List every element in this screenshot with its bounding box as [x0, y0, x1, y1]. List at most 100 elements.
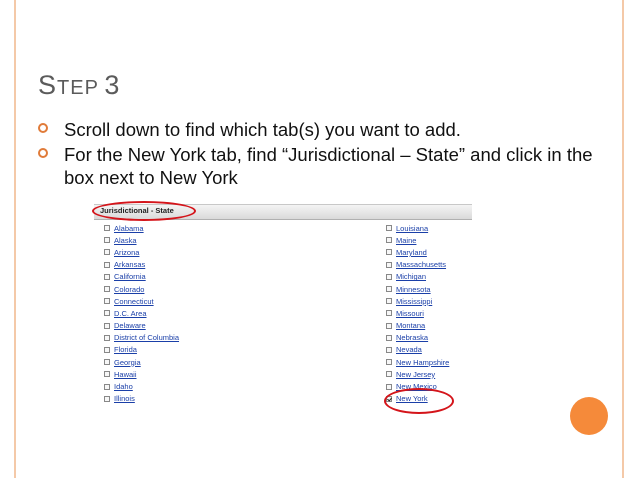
- state-option[interactable]: Hawaii: [104, 368, 179, 380]
- bullet-list: Scroll down to find which tab(s) you wan…: [38, 118, 598, 191]
- state-checkbox[interactable]: [386, 298, 392, 305]
- state-checkbox[interactable]: [386, 346, 392, 353]
- state-option[interactable]: Illinois: [104, 393, 179, 405]
- state-checkbox[interactable]: [104, 286, 110, 293]
- state-checkbox[interactable]: [104, 322, 110, 329]
- state-option[interactable]: Montana: [386, 320, 449, 332]
- ring-bullet-icon: [38, 123, 48, 133]
- state-option[interactable]: Florida: [104, 344, 179, 356]
- state-checkbox[interactable]: [104, 249, 110, 256]
- state-checkbox[interactable]: [104, 225, 110, 232]
- state-option[interactable]: Mississippi: [386, 295, 449, 307]
- state-link[interactable]: Nevada: [396, 345, 422, 354]
- state-option[interactable]: Colorado: [104, 283, 179, 295]
- state-option[interactable]: Connecticut: [104, 295, 179, 307]
- state-link[interactable]: Colorado: [114, 285, 144, 294]
- title-number: 3: [104, 70, 121, 100]
- state-checkbox[interactable]: [386, 334, 392, 341]
- state-link[interactable]: D.C. Area: [114, 309, 147, 318]
- state-option[interactable]: Michigan: [386, 271, 449, 283]
- state-checkbox[interactable]: [386, 371, 392, 378]
- state-link[interactable]: California: [114, 272, 146, 281]
- state-link[interactable]: Florida: [114, 345, 137, 354]
- state-checkbox[interactable]: [386, 225, 392, 232]
- state-link[interactable]: Delaware: [114, 321, 146, 330]
- state-link[interactable]: Idaho: [114, 382, 133, 391]
- state-option[interactable]: Louisiana: [386, 222, 449, 234]
- state-link[interactable]: Montana: [396, 321, 425, 330]
- state-link[interactable]: Arizona: [114, 248, 139, 257]
- bullet-item: Scroll down to find which tab(s) you wan…: [38, 118, 598, 141]
- state-checkbox[interactable]: [104, 237, 110, 244]
- state-checkbox[interactable]: [104, 346, 110, 353]
- state-checkbox[interactable]: [104, 298, 110, 305]
- slide-frame-left: [14, 0, 16, 478]
- decorative-orange-circle: [570, 397, 608, 435]
- bullet-item: For the New York tab, find “Jurisdiction…: [38, 143, 598, 189]
- state-link[interactable]: Hawaii: [114, 370, 137, 379]
- state-option[interactable]: Alaska: [104, 234, 179, 246]
- state-link[interactable]: Louisiana: [396, 224, 428, 233]
- state-link[interactable]: Michigan: [396, 272, 426, 281]
- state-checkbox[interactable]: [104, 359, 110, 366]
- state-option[interactable]: Alabama: [104, 222, 179, 234]
- state-option[interactable]: Minnesota: [386, 283, 449, 295]
- state-link[interactable]: Minnesota: [396, 285, 431, 294]
- state-link[interactable]: Massachusetts: [396, 260, 446, 269]
- bullet-text: For the New York tab, find “Jurisdiction…: [64, 144, 593, 188]
- state-link[interactable]: Illinois: [114, 394, 135, 403]
- state-checkbox[interactable]: [386, 322, 392, 329]
- state-checkbox[interactable]: [104, 371, 110, 378]
- state-link[interactable]: Nebraska: [396, 333, 428, 342]
- state-option[interactable]: Arizona: [104, 246, 179, 258]
- state-option[interactable]: California: [104, 271, 179, 283]
- slide-frame-right: [622, 0, 624, 478]
- state-link[interactable]: Connecticut: [114, 297, 154, 306]
- slide-title: STEP 3: [38, 70, 120, 101]
- state-option[interactable]: New Hampshire: [386, 356, 449, 368]
- state-option[interactable]: Maryland: [386, 246, 449, 258]
- state-option[interactable]: Arkansas: [104, 259, 179, 271]
- state-checkbox[interactable]: [104, 334, 110, 341]
- state-checkbox[interactable]: [104, 395, 110, 402]
- state-option[interactable]: District of Columbia: [104, 332, 179, 344]
- state-link[interactable]: Alaska: [114, 236, 137, 245]
- state-option[interactable]: Missouri: [386, 307, 449, 319]
- state-checkbox[interactable]: [386, 261, 392, 268]
- state-checkbox[interactable]: [104, 383, 110, 390]
- state-link[interactable]: Maryland: [396, 248, 427, 257]
- state-checkbox[interactable]: [386, 359, 392, 366]
- state-link[interactable]: New Hampshire: [396, 358, 449, 367]
- state-option[interactable]: Idaho: [104, 380, 179, 392]
- state-column-right: Louisiana Maine Maryland Massachusetts Michi…: [386, 222, 449, 405]
- state-option[interactable]: Nevada: [386, 344, 449, 356]
- state-option[interactable]: New Jersey: [386, 368, 449, 380]
- state-link[interactable]: Maine: [396, 236, 416, 245]
- state-link[interactable]: New Jersey: [396, 370, 435, 379]
- state-option[interactable]: Delaware: [104, 320, 179, 332]
- state-option[interactable]: Maine: [386, 234, 449, 246]
- state-link[interactable]: Mississippi: [396, 297, 432, 306]
- state-link[interactable]: Missouri: [396, 309, 424, 318]
- state-checkbox[interactable]: [386, 273, 392, 280]
- state-column-left: Alabama Alaska Arizona Arkansas California Co…: [104, 222, 179, 405]
- state-option[interactable]: Massachusetts: [386, 259, 449, 271]
- state-checkbox[interactable]: [104, 310, 110, 317]
- state-option[interactable]: Georgia: [104, 356, 179, 368]
- state-checkbox[interactable]: [386, 383, 392, 390]
- state-checkbox[interactable]: [386, 310, 392, 317]
- new-york-highlight-oval: [384, 388, 454, 414]
- state-option[interactable]: D.C. Area: [104, 307, 179, 319]
- state-link[interactable]: Alabama: [114, 224, 144, 233]
- state-link[interactable]: Arkansas: [114, 260, 145, 269]
- state-link[interactable]: Georgia: [114, 358, 141, 367]
- state-checkbox[interactable]: [386, 286, 392, 293]
- state-checkbox[interactable]: [104, 261, 110, 268]
- state-checkbox[interactable]: [386, 249, 392, 256]
- state-checkbox[interactable]: [386, 237, 392, 244]
- state-link[interactable]: District of Columbia: [114, 333, 179, 342]
- header-highlight-oval: [92, 201, 196, 221]
- slide: STEP 3 Scroll down to find which tab(s) …: [0, 0, 638, 478]
- state-checkbox[interactable]: [104, 273, 110, 280]
- state-option[interactable]: Nebraska: [386, 332, 449, 344]
